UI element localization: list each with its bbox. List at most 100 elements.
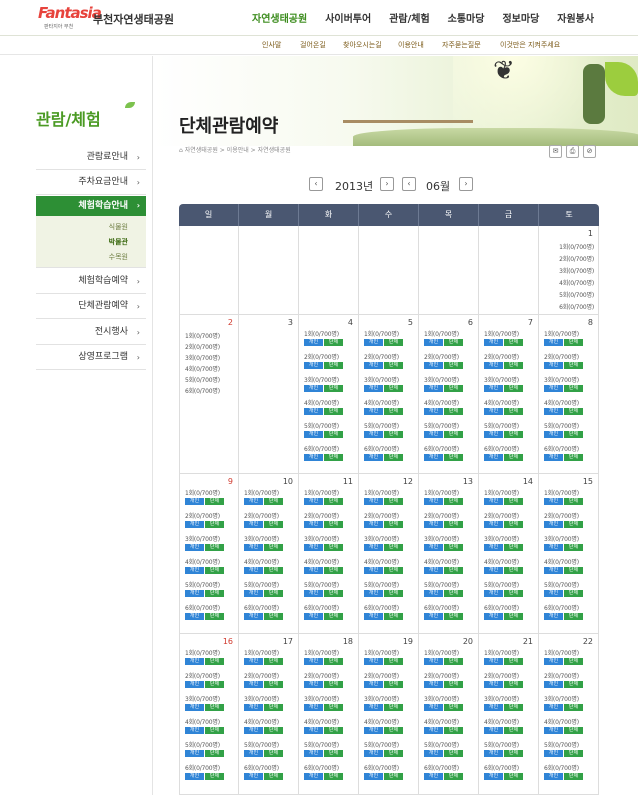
next-year-button[interactable]: › bbox=[380, 177, 394, 191]
group-reserve-button[interactable]: 단체 bbox=[384, 658, 403, 665]
personal-reserve-button[interactable]: 개인 bbox=[484, 339, 503, 346]
group-reserve-button[interactable]: 단체 bbox=[444, 431, 463, 438]
personal-reserve-button[interactable]: 개인 bbox=[244, 727, 263, 734]
group-reserve-button[interactable]: 단체 bbox=[444, 498, 463, 505]
group-reserve-button[interactable]: 단체 bbox=[205, 750, 224, 757]
group-reserve-button[interactable]: 단체 bbox=[444, 750, 463, 757]
group-reserve-button[interactable]: 단체 bbox=[264, 773, 283, 780]
personal-reserve-button[interactable]: 개인 bbox=[185, 613, 204, 620]
personal-reserve-button[interactable]: 개인 bbox=[304, 454, 323, 461]
group-reserve-button[interactable]: 단체 bbox=[564, 613, 583, 620]
personal-reserve-button[interactable]: 개인 bbox=[544, 362, 563, 369]
personal-reserve-button[interactable]: 개인 bbox=[484, 544, 503, 551]
personal-reserve-button[interactable]: 개인 bbox=[544, 658, 563, 665]
personal-reserve-button[interactable]: 개인 bbox=[185, 567, 204, 574]
group-reserve-button[interactable]: 단체 bbox=[444, 773, 463, 780]
group-reserve-button[interactable]: 단체 bbox=[444, 704, 463, 711]
personal-reserve-button[interactable]: 개인 bbox=[364, 339, 383, 346]
personal-reserve-button[interactable]: 개인 bbox=[244, 750, 263, 757]
group-reserve-button[interactable]: 단체 bbox=[384, 339, 403, 346]
gnb-nature-park[interactable]: 자연생태공원 bbox=[252, 10, 307, 28]
group-reserve-button[interactable]: 단체 bbox=[264, 613, 283, 620]
personal-reserve-button[interactable]: 개인 bbox=[544, 704, 563, 711]
group-reserve-button[interactable]: 단체 bbox=[384, 567, 403, 574]
group-reserve-button[interactable]: 단체 bbox=[205, 727, 224, 734]
group-reserve-button[interactable]: 단체 bbox=[504, 431, 523, 438]
group-reserve-button[interactable]: 단체 bbox=[324, 339, 343, 346]
group-reserve-button[interactable]: 단체 bbox=[504, 567, 523, 574]
group-reserve-button[interactable]: 단체 bbox=[564, 498, 583, 505]
group-reserve-button[interactable]: 단체 bbox=[444, 681, 463, 688]
group-reserve-button[interactable]: 단체 bbox=[504, 544, 523, 551]
group-reserve-button[interactable]: 단체 bbox=[444, 613, 463, 620]
personal-reserve-button[interactable]: 개인 bbox=[484, 658, 503, 665]
personal-reserve-button[interactable]: 개인 bbox=[304, 750, 323, 757]
group-reserve-button[interactable]: 단체 bbox=[564, 590, 583, 597]
personal-reserve-button[interactable]: 개인 bbox=[185, 521, 204, 528]
group-reserve-button[interactable]: 단체 bbox=[564, 567, 583, 574]
personal-reserve-button[interactable]: 개인 bbox=[424, 544, 443, 551]
personal-reserve-button[interactable]: 개인 bbox=[424, 681, 443, 688]
personal-reserve-button[interactable]: 개인 bbox=[244, 704, 263, 711]
personal-reserve-button[interactable]: 개인 bbox=[244, 658, 263, 665]
group-reserve-button[interactable]: 단체 bbox=[205, 704, 224, 711]
group-reserve-button[interactable]: 단체 bbox=[444, 727, 463, 734]
personal-reserve-button[interactable]: 개인 bbox=[364, 521, 383, 528]
group-reserve-button[interactable]: 단체 bbox=[564, 544, 583, 551]
group-reserve-button[interactable]: 단체 bbox=[324, 681, 343, 688]
personal-reserve-button[interactable]: 개인 bbox=[304, 727, 323, 734]
group-reserve-button[interactable]: 단체 bbox=[384, 590, 403, 597]
submenu-botanical-garden[interactable]: 식물원 bbox=[109, 222, 128, 232]
personal-reserve-button[interactable]: 개인 bbox=[304, 521, 323, 528]
personal-reserve-button[interactable]: 개인 bbox=[304, 385, 323, 392]
subnav-history[interactable]: 걸어온길 bbox=[300, 40, 326, 50]
group-reserve-button[interactable]: 단체 bbox=[384, 431, 403, 438]
group-reserve-button[interactable]: 단체 bbox=[564, 750, 583, 757]
personal-reserve-button[interactable]: 개인 bbox=[364, 498, 383, 505]
personal-reserve-button[interactable]: 개인 bbox=[424, 590, 443, 597]
personal-reserve-button[interactable]: 개인 bbox=[544, 521, 563, 528]
group-reserve-button[interactable]: 단체 bbox=[564, 385, 583, 392]
group-reserve-button[interactable]: 단체 bbox=[504, 385, 523, 392]
group-reserve-button[interactable]: 단체 bbox=[264, 590, 283, 597]
personal-reserve-button[interactable]: 개인 bbox=[364, 727, 383, 734]
personal-reserve-button[interactable]: 개인 bbox=[185, 704, 204, 711]
personal-reserve-button[interactable]: 개인 bbox=[304, 704, 323, 711]
personal-reserve-button[interactable]: 개인 bbox=[484, 590, 503, 597]
group-reserve-button[interactable]: 단체 bbox=[384, 521, 403, 528]
personal-reserve-button[interactable]: 개인 bbox=[424, 408, 443, 415]
personal-reserve-button[interactable]: 개인 bbox=[244, 590, 263, 597]
group-reserve-button[interactable]: 단체 bbox=[384, 773, 403, 780]
subnav-greeting[interactable]: 인사말 bbox=[262, 40, 281, 50]
group-reserve-button[interactable]: 단체 bbox=[504, 727, 523, 734]
group-reserve-button[interactable]: 단체 bbox=[324, 431, 343, 438]
group-reserve-button[interactable]: 단체 bbox=[564, 727, 583, 734]
personal-reserve-button[interactable]: 개인 bbox=[544, 590, 563, 597]
personal-reserve-button[interactable]: 개인 bbox=[484, 408, 503, 415]
personal-reserve-button[interactable]: 개인 bbox=[304, 590, 323, 597]
group-reserve-button[interactable]: 단체 bbox=[504, 750, 523, 757]
personal-reserve-button[interactable]: 개인 bbox=[364, 590, 383, 597]
personal-reserve-button[interactable]: 개인 bbox=[424, 362, 443, 369]
group-reserve-button[interactable]: 단체 bbox=[324, 590, 343, 597]
group-reserve-button[interactable]: 단체 bbox=[324, 658, 343, 665]
personal-reserve-button[interactable]: 개인 bbox=[185, 544, 204, 551]
lnb-item-experience-guide[interactable]: 체험학습안내 › bbox=[36, 196, 146, 216]
group-reserve-button[interactable]: 단체 bbox=[444, 385, 463, 392]
group-reserve-button[interactable]: 단체 bbox=[264, 567, 283, 574]
personal-reserve-button[interactable]: 개인 bbox=[244, 681, 263, 688]
group-reserve-button[interactable]: 단체 bbox=[264, 521, 283, 528]
personal-reserve-button[interactable]: 개인 bbox=[424, 498, 443, 505]
personal-reserve-button[interactable]: 개인 bbox=[484, 681, 503, 688]
personal-reserve-button[interactable]: 개인 bbox=[304, 362, 323, 369]
personal-reserve-button[interactable]: 개인 bbox=[185, 498, 204, 505]
group-reserve-button[interactable]: 단체 bbox=[384, 385, 403, 392]
lnb-item-experience-reservation[interactable]: 체험학습예약 › bbox=[36, 269, 146, 294]
personal-reserve-button[interactable]: 개인 bbox=[544, 773, 563, 780]
personal-reserve-button[interactable]: 개인 bbox=[544, 613, 563, 620]
group-reserve-button[interactable]: 단체 bbox=[444, 590, 463, 597]
group-reserve-button[interactable]: 단체 bbox=[384, 727, 403, 734]
group-reserve-button[interactable]: 단체 bbox=[504, 362, 523, 369]
personal-reserve-button[interactable]: 개인 bbox=[364, 613, 383, 620]
personal-reserve-button[interactable]: 개인 bbox=[544, 498, 563, 505]
